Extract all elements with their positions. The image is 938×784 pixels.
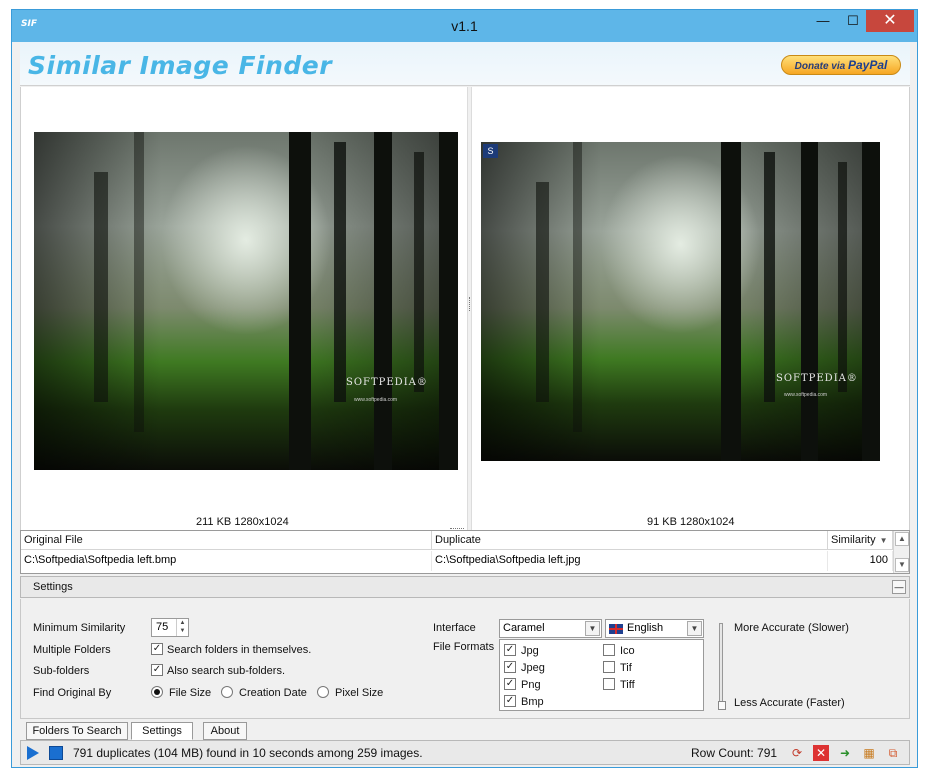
format-jpg-checkbox[interactable]: ✓ [504,644,516,656]
chevron-down-icon[interactable]: ▼ [687,621,702,636]
multiple-folders-label: Multiple Folders [33,644,111,656]
image-watermark-url: www.softpedia.com [784,392,828,398]
grid-view-icon[interactable]: ▦ [861,745,877,761]
status-message: 791 duplicates (104 MB) found in 10 seco… [73,746,423,760]
maximize-button[interactable]: ☐ [838,10,868,32]
settings-panel-header: Settings — [20,576,910,598]
app-logo-text: Similar Image Finder [28,51,333,80]
minimize-button[interactable]: — [808,10,838,32]
format-png-label: Png [521,679,541,691]
export-icon[interactable]: ⧉ [885,745,901,761]
min-similarity-label: Minimum Similarity [33,622,126,634]
format-ico-checkbox[interactable] [603,644,615,656]
search-sub-folders-label: Also search sub-folders. [167,665,285,677]
donate-paypal-button[interactable]: Donate via PayPal [781,55,901,75]
grid-header: Original File Duplicate Similarity ▼ [21,531,893,550]
image-watermark: SOFTPEDIA® [346,377,428,388]
stepper-arrows-icon[interactable]: ▲ ▼ [176,619,188,636]
status-bar: 791 duplicates (104 MB) found in 10 seco… [20,740,910,765]
cell-duplicate-file: C:\Softpedia\Softpedia left.jpg [432,551,828,571]
image-watermark-url: www.softpedia.com [354,397,398,403]
format-jpeg-label: Jpeg [521,662,545,674]
duplicate-image-preview[interactable]: S SOFTPEDIA® www.softpedia.com [481,142,880,461]
title-bar[interactable]: SIF v1.1 — ☐ ✕ [12,10,917,42]
format-tiff-checkbox[interactable] [603,678,615,690]
column-header-original[interactable]: Original File [21,531,432,550]
play-icon[interactable] [27,746,39,760]
image-comparison-viewer: SOFTPEDIA® www.softpedia.com S SOFTPEDIA… [20,87,910,530]
scroll-up-icon[interactable]: ▲ [895,532,909,546]
delete-icon[interactable]: ✕ [813,745,829,761]
vertical-splitter[interactable] [467,87,472,530]
pixel-size-option-label: Pixel Size [335,687,384,699]
column-header-duplicate[interactable]: Duplicate [432,531,828,550]
uk-flag-icon [609,624,623,634]
find-original-label: Find Original By [33,687,112,699]
cell-original-file: C:\Softpedia\Softpedia left.bmp [21,551,432,571]
duplicate-badge: S [483,144,498,158]
file-formats-list: ✓ Jpg ✓ Jpeg ✓ Png ✓ Bmp Ico Tif Tiff [499,639,704,711]
radio-creation-date[interactable] [221,686,233,698]
settings-panel: Minimum Similarity 75 ▲ ▼ Multiple Folder… [20,599,910,719]
sort-descending-icon: ▼ [879,536,888,545]
format-bmp-label: Bmp [521,696,544,708]
table-row[interactable]: C:\Softpedia\Softpedia left.bmp C:\Softp… [21,551,893,571]
file-size-option-label: File Size [169,687,212,699]
file-formats-label: File Formats [433,641,495,653]
similarity-header-label: Similarity [831,534,876,546]
column-header-similarity[interactable]: Similarity ▼ [828,531,893,550]
results-grid: Original File Duplicate Similarity ▼ C:\S… [20,530,910,574]
radio-pixel-size[interactable] [317,686,329,698]
row-count: Row Count: 791 [691,746,778,760]
radio-file-size[interactable] [151,686,163,698]
tab-folders-to-search[interactable]: Folders To Search [26,722,128,740]
move-icon[interactable]: ➜ [837,745,853,761]
min-similarity-value: 75 [156,621,169,633]
original-image-info: 211 KB 1280x1024 [196,516,289,528]
format-tiff-label: Tiff [620,679,635,691]
format-jpeg-checkbox[interactable]: ✓ [504,661,516,673]
scroll-down-icon[interactable]: ▼ [895,558,909,572]
format-ico-label: Ico [620,645,635,657]
tab-about[interactable]: About [203,722,247,740]
creation-date-option-label: Creation Date [239,687,307,699]
language-select[interactable]: English ▼ [605,619,704,638]
format-png-checkbox[interactable]: ✓ [504,678,516,690]
tab-settings[interactable]: Settings [131,722,193,740]
search-folders-in-themselves-checkbox[interactable]: ✓ [151,643,163,655]
donate-label: Donate via [794,61,846,72]
accuracy-high-label: More Accurate (Slower) [734,622,849,634]
format-bmp-checkbox[interactable]: ✓ [504,695,516,707]
refresh-icon[interactable]: ⟳ [789,745,805,761]
chevron-down-icon[interactable]: ▼ [585,621,600,636]
paypal-label: PayPal [847,58,888,72]
format-jpg-label: Jpg [521,645,539,657]
format-tif-label: Tif [620,662,632,674]
accuracy-slider[interactable] [719,623,723,709]
interface-label: Interface [433,622,476,634]
close-button[interactable]: ✕ [866,10,914,32]
app-window: SIF v1.1 — ☐ ✕ Similar Image Finder Dona… [11,9,918,768]
image-watermark: SOFTPEDIA® [776,373,858,384]
interface-theme-select[interactable]: Caramel ▼ [499,619,602,638]
language-value: English [627,622,664,634]
min-similarity-stepper[interactable]: 75 ▲ ▼ [151,618,189,637]
accuracy-low-label: Less Accurate (Faster) [734,697,845,709]
window-title: v1.1 [451,18,478,34]
interface-theme-value: Caramel [503,622,545,634]
search-sub-folders-checkbox[interactable]: ✓ [151,664,163,676]
accuracy-slider-thumb[interactable] [718,701,726,710]
grid-scrollbar[interactable]: ▲ ▼ [893,531,909,573]
duplicate-image-info: 91 KB 1280x1024 [647,516,735,528]
search-folders-in-themselves-label: Search folders in themselves. [167,644,312,656]
cell-similarity: 100 [828,551,893,571]
settings-title: Settings [33,581,73,593]
app-header: Similar Image Finder Donate via PayPal [20,42,910,86]
collapse-panel-icon[interactable]: — [892,580,906,594]
format-tif-checkbox[interactable] [603,661,615,673]
stop-icon[interactable] [49,746,63,760]
original-image-preview[interactable]: SOFTPEDIA® www.softpedia.com [34,132,458,470]
sub-folders-label: Sub-folders [33,665,90,677]
